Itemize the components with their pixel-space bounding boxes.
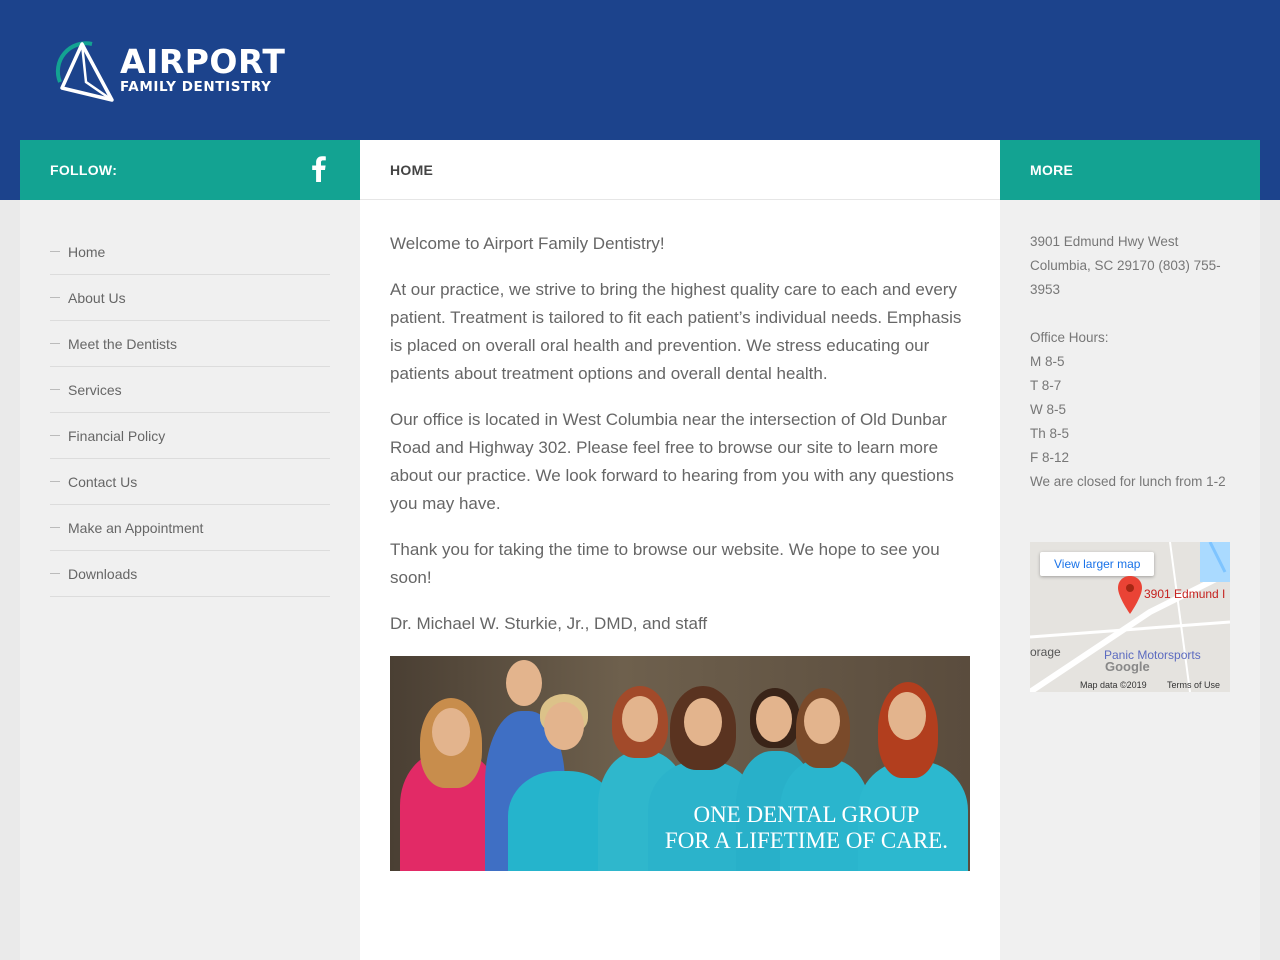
follow-bar: FOLLOW: [20,140,360,200]
team-photo: ONE DENTAL GROUP FOR A LIFETIME OF CARE. [390,656,970,871]
nav-item-about-us[interactable]: About Us [50,275,330,321]
map-data-credit: Map data ©2019 [1080,680,1147,690]
address-line-2: Columbia, SC 29170 (803) 755- [1030,258,1221,273]
thanks-paragraph: Thank you for taking the time to browse … [390,540,940,587]
address-line-3: 3953 [1030,282,1061,297]
more-title: MORE [1030,162,1074,178]
page-title: HOME [360,140,1000,200]
hours-thursday: Th 8-5 [1030,426,1070,441]
follow-label: FOLLOW: [50,162,118,178]
signature-paragraph: Dr. Michael W. Sturkie, Jr., DMD, and st… [390,614,708,633]
left-sidebar: FOLLOW: Home About Us Meet the Dentists … [20,140,360,960]
nav-item-make-an-appointment[interactable]: Make an Appointment [50,505,330,551]
photo-caption: ONE DENTAL GROUP FOR A LIFETIME OF CARE. [664,802,948,853]
address-line-1: 3901 Edmund Hwy West [1030,234,1179,249]
hours-tuesday: T 8-7 [1030,378,1062,393]
right-sidebar: MORE 3901 Edmund Hwy West Columbia, SC 2… [1000,140,1260,960]
more-bar: MORE [1000,140,1260,200]
nav-item-contact-us[interactable]: Contact Us [50,459,330,505]
hours-wednesday: W 8-5 [1030,402,1067,417]
hours-title: Office Hours: [1030,330,1109,345]
google-logo: Google [1105,659,1150,674]
nav-item-meet-the-dentists[interactable]: Meet the Dentists [50,321,330,367]
article-body: Welcome to Airport Family Dentistry! At … [360,200,1000,638]
lunch-note: We are closed for lunch from 1-2 [1030,474,1226,489]
hours-friday: F 8-12 [1030,450,1070,465]
welcome-paragraph: Welcome to Airport Family Dentistry! [390,234,665,253]
nav-item-services[interactable]: Services [50,367,330,413]
map-place-label: orage [1030,645,1061,659]
nav-item-downloads[interactable]: Downloads [50,551,330,597]
logo-name: AIRPORT [120,42,286,81]
nav-item-home[interactable]: Home [50,229,330,275]
map-pin-icon [1118,576,1142,614]
main-content: HOME Welcome to Airport Family Dentistry… [360,140,1000,960]
practice-paragraph: At our practice, we strive to bring the … [390,280,962,383]
nav-item-financial-policy[interactable]: Financial Policy [50,413,330,459]
location-paragraph: Our office is located in West Columbia n… [390,410,954,513]
hours-monday: M 8-5 [1030,354,1065,369]
location-map[interactable]: View larger map 3901 Edmund I orage Pani… [1030,542,1230,692]
view-larger-map-button[interactable]: View larger map [1040,552,1155,576]
main-nav: Home About Us Meet the Dentists Services… [50,229,330,597]
airport-logo-icon [55,41,114,102]
map-pin-label: 3901 Edmund I [1144,587,1226,601]
logo-subtitle: FAMILY DENTISTRY [120,79,272,95]
site-logo[interactable]: AIRPORT FAMILY DENTISTRY [52,38,285,102]
office-info: 3901 Edmund Hwy West Columbia, SC 29170 … [1000,200,1260,494]
facebook-icon[interactable] [312,156,326,182]
map-terms-link[interactable]: Terms of Use [1167,680,1220,690]
